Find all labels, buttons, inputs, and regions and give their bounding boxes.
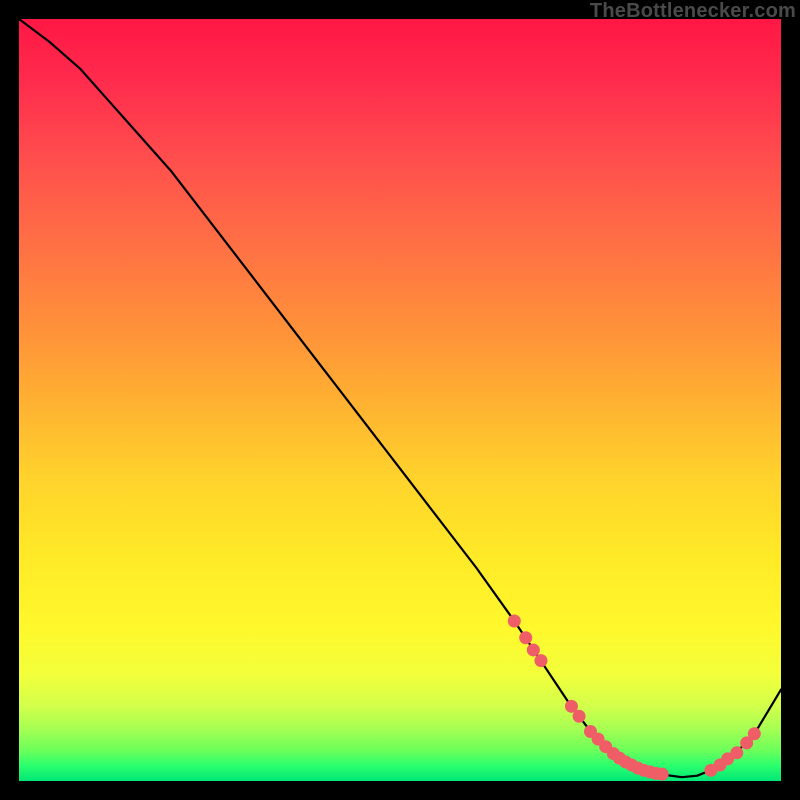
data-point bbox=[730, 746, 743, 759]
chart-container: TheBottlenecker.com bbox=[0, 0, 800, 800]
plot-svg bbox=[19, 19, 781, 781]
data-point bbox=[519, 631, 532, 644]
curve-line bbox=[19, 19, 781, 777]
data-point bbox=[508, 614, 521, 627]
data-point bbox=[656, 768, 669, 781]
data-point bbox=[748, 727, 761, 740]
credit-label: TheBottlenecker.com bbox=[590, 0, 796, 23]
data-point bbox=[534, 654, 547, 667]
data-point bbox=[527, 643, 540, 656]
data-point bbox=[573, 710, 586, 723]
plot-area bbox=[19, 19, 781, 781]
curve-markers bbox=[508, 614, 761, 780]
